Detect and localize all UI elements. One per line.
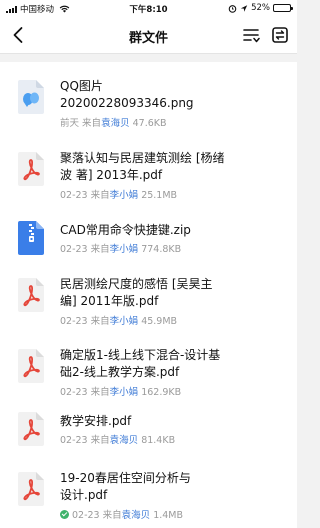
file-date: 02-23 bbox=[60, 435, 88, 446]
file-date: 02-23 bbox=[60, 244, 88, 255]
file-size: 25.1MB bbox=[141, 190, 178, 201]
file-date: 02-23 bbox=[60, 387, 88, 398]
battery-icon bbox=[273, 4, 293, 12]
pdf-icon bbox=[18, 152, 44, 186]
file-item[interactable]: CAD常用命令快捷键.zip 02-23 来自李小娟 774.8KB bbox=[0, 219, 297, 259]
file-sender[interactable]: 李小娟 bbox=[110, 244, 139, 255]
status-right: 52% bbox=[228, 3, 293, 13]
pdf-icon bbox=[18, 412, 44, 446]
file-meta: 02-23 来自李小娟 162.9KB bbox=[60, 384, 290, 398]
file-name-line2: 波 著] 2013年.pdf bbox=[60, 168, 163, 182]
file-from: 来自 bbox=[90, 316, 110, 327]
file-size: 47.6KB bbox=[132, 118, 167, 129]
file-from: 来自 bbox=[102, 510, 122, 521]
file-name-line1: QQ图片 bbox=[60, 79, 103, 93]
file-sender[interactable]: 李小娟 bbox=[110, 316, 139, 327]
file-item[interactable]: 聚落认知与民居建筑测绘 [杨绪 波 著] 2013年.pdf 02-23 来自李… bbox=[0, 146, 297, 204]
file-name-line1: 聚落认知与民居建筑测绘 [杨绪 bbox=[60, 151, 225, 165]
file-meta: 02-23 来自李小娟 45.9MB bbox=[60, 313, 290, 327]
file-sender[interactable]: 袁海贝 bbox=[110, 435, 139, 446]
file-sender[interactable]: 李小娟 bbox=[110, 190, 139, 201]
navbar: 群文件 bbox=[0, 16, 297, 54]
file-size: 1.4MB bbox=[153, 510, 184, 521]
file-sender[interactable]: 李小娟 bbox=[110, 387, 139, 398]
file-name-line1: 19-20春居住空间分析与 bbox=[60, 471, 191, 485]
file-size: 162.9KB bbox=[141, 387, 182, 398]
file-name-line2: 设计.pdf bbox=[60, 488, 108, 502]
file-name-line1: CAD常用命令快捷键.zip bbox=[60, 223, 191, 237]
file-meta: 02-23 来自袁海贝 81.4KB bbox=[60, 432, 290, 446]
file-from: 来自 bbox=[90, 244, 110, 255]
pdf-icon bbox=[18, 472, 44, 506]
file-from: 来自 bbox=[82, 118, 102, 129]
file-name-line2: 础2-线上教学方案.pdf bbox=[60, 365, 180, 379]
file-sender[interactable]: 袁海贝 bbox=[101, 118, 130, 129]
file-item[interactable]: 确定版1-线上线下混合-设计基 础2-线上教学方案.pdf 02-23 来自李小… bbox=[0, 343, 297, 401]
file-date: 02-23 bbox=[72, 510, 100, 521]
file-size: 45.9MB bbox=[141, 316, 178, 327]
file-date: 02-23 bbox=[60, 316, 88, 327]
transfer-icon[interactable] bbox=[269, 24, 291, 46]
file-item[interactable]: QQ图片 20200228093346.png 前天 来自袁海贝 47.6KB bbox=[0, 74, 297, 132]
file-meta: 02-23 来自袁海贝 1.4MB bbox=[60, 507, 290, 521]
file-size: 81.4KB bbox=[141, 435, 176, 446]
file-from: 来自 bbox=[90, 190, 110, 201]
pdf-icon bbox=[18, 278, 44, 312]
file-meta: 前天 来自袁海贝 47.6KB bbox=[60, 115, 290, 129]
file-sender[interactable]: 袁海贝 bbox=[122, 510, 151, 521]
file-from: 来自 bbox=[90, 387, 110, 398]
file-date: 前天 bbox=[60, 118, 80, 129]
pdf-icon bbox=[18, 349, 44, 383]
file-list: QQ图片 20200228093346.png 前天 来自袁海贝 47.6KB … bbox=[0, 62, 297, 528]
filter-icon[interactable] bbox=[241, 24, 263, 46]
file-name-line2: 编] 2011年版.pdf bbox=[60, 294, 159, 308]
file-date: 02-23 bbox=[60, 190, 88, 201]
file-name-line1: 教学安排.pdf bbox=[60, 414, 132, 428]
file-from: 来自 bbox=[90, 435, 110, 446]
alarm-icon bbox=[228, 4, 237, 13]
zip-icon bbox=[18, 221, 44, 255]
downloaded-check-icon bbox=[60, 510, 69, 519]
status-bar: 中国移动 下午8:10 52% bbox=[0, 0, 297, 16]
battery-percent: 52% bbox=[251, 3, 270, 13]
file-meta: 02-23 来自李小娟 774.8KB bbox=[60, 241, 290, 255]
file-name-line1: 确定版1-线上线下混合-设计基 bbox=[60, 348, 221, 362]
location-icon bbox=[240, 4, 248, 12]
qq-image-icon bbox=[18, 80, 44, 114]
file-item[interactable]: 民居测绘尺度的感悟 [吴昊主 编] 2011年版.pdf 02-23 来自李小娟… bbox=[0, 272, 297, 330]
file-item[interactable]: 19-20春居住空间分析与 设计.pdf 02-23 来自袁海贝 1.4MB bbox=[0, 466, 297, 524]
file-item[interactable]: 教学安排.pdf 02-23 来自袁海贝 81.4KB bbox=[0, 410, 297, 450]
file-meta: 02-23 来自李小娟 25.1MB bbox=[60, 187, 290, 201]
file-size: 774.8KB bbox=[141, 244, 182, 255]
file-name-line1: 民居测绘尺度的感悟 [吴昊主 bbox=[60, 277, 213, 291]
file-name-line2: 20200228093346.png bbox=[60, 96, 194, 110]
